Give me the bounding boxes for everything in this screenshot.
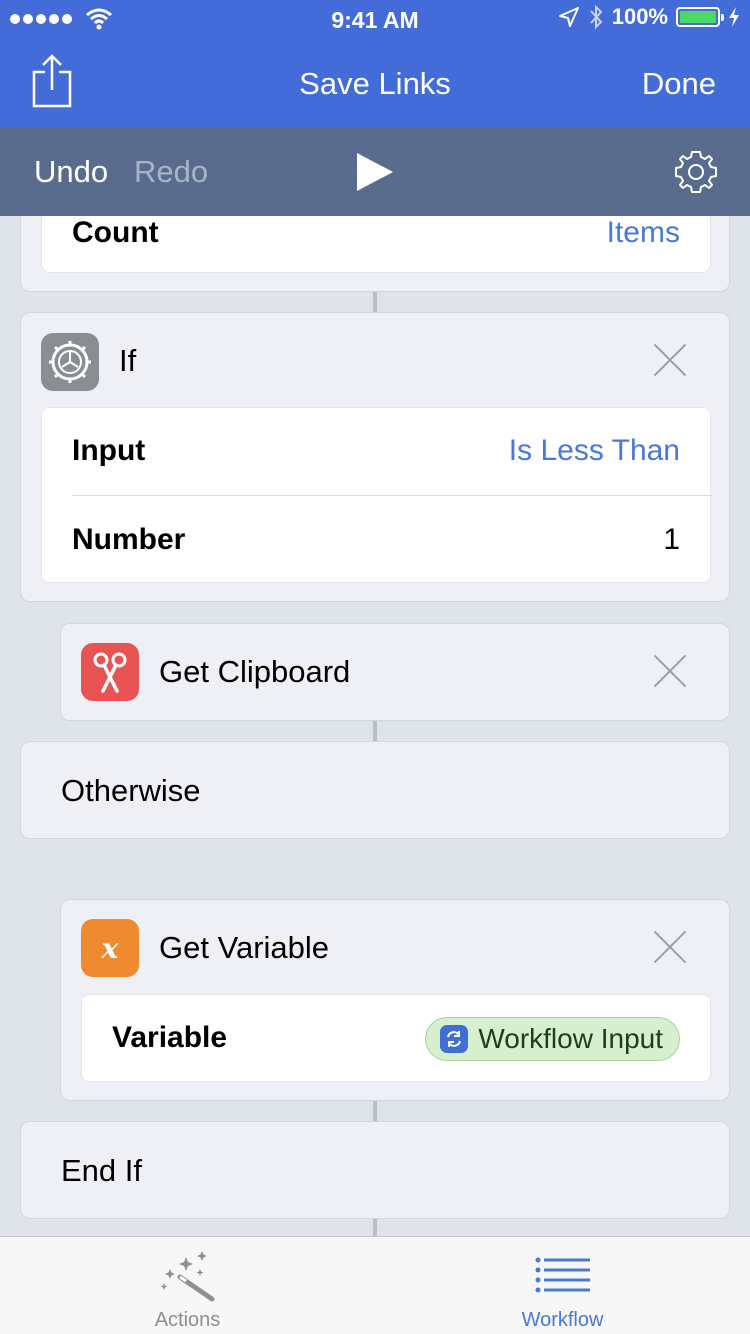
end-if-card[interactable]: End If (20, 1121, 730, 1219)
get-clipboard-action-card[interactable]: Get Clipboard (60, 623, 730, 721)
scissors-icon (81, 643, 139, 701)
connector-line (373, 720, 377, 742)
workflow-editor[interactable]: Count Items If Input Is Less Than Number… (0, 216, 750, 1236)
if-gear-icon (41, 333, 99, 391)
tab-workflow-label: Workflow (521, 1309, 604, 1331)
status-right: 100% (558, 4, 740, 30)
number-label: Number (72, 523, 186, 556)
otherwise-card[interactable]: Otherwise (20, 741, 730, 839)
count-items-value[interactable]: Items (607, 216, 680, 250)
end-if-title: End If (61, 1153, 142, 1188)
row-divider (72, 495, 712, 496)
remove-variable-close-icon[interactable] (653, 930, 687, 964)
get-variable-title: Get Variable (159, 930, 330, 965)
workflow-title: Save Links (299, 66, 451, 101)
tab-actions[interactable]: Actions (0, 1237, 375, 1334)
location-icon (558, 7, 579, 27)
remove-clipboard-close-icon[interactable] (653, 654, 687, 688)
undo-button[interactable]: Undo (34, 154, 108, 190)
bluetooth-icon (589, 4, 603, 30)
battery-icon (676, 7, 724, 27)
variable-x-icon: x (81, 919, 139, 977)
connector-line (373, 1218, 377, 1236)
magic-wand-icon (160, 1251, 215, 1302)
status-bar: 9:41 AM 100% (0, 0, 750, 40)
if-action-card[interactable]: If Input Is Less Than Number 1 (20, 312, 730, 602)
condition-value[interactable]: Is Less Than (509, 434, 680, 468)
number-value[interactable]: 1 (663, 523, 680, 557)
redo-button[interactable]: Redo (134, 154, 208, 190)
svg-text:x: x (101, 932, 119, 965)
charging-bolt-icon (729, 7, 739, 27)
settings-gear-icon[interactable] (672, 148, 720, 196)
battery-percentage: 100% (611, 4, 668, 29)
tab-bar: Actions Workflow (0, 1236, 750, 1334)
if-parameters: Input Is Less Than Number 1 (41, 407, 712, 583)
get-clipboard-title: Get Clipboard (159, 654, 351, 689)
variable-label: Variable (112, 1021, 228, 1054)
input-label: Input (72, 434, 146, 467)
count-parameter-row[interactable]: Count Items (41, 216, 711, 273)
otherwise-title: Otherwise (61, 773, 201, 808)
variable-parameter-row[interactable]: Variable Workflow Input (81, 994, 711, 1082)
connector-line (373, 292, 377, 314)
play-icon[interactable] (355, 152, 395, 192)
workflow-input-text: Workflow Input (478, 1023, 663, 1054)
connector-line (373, 1100, 377, 1122)
workflow-input-icon (440, 1025, 469, 1053)
get-variable-action-card[interactable]: x Get Variable Variable Workflow Input (60, 899, 730, 1101)
editor-toolbar: Undo Redo (0, 128, 750, 216)
done-button[interactable]: Done (642, 66, 716, 102)
remove-if-close-icon[interactable] (653, 343, 687, 377)
workflow-input-pill[interactable]: Workflow Input (425, 1017, 680, 1061)
count-action-card[interactable]: Count Items (20, 216, 730, 292)
list-icon (535, 1257, 590, 1293)
if-title: If (119, 343, 137, 378)
tab-workflow[interactable]: Workflow (375, 1237, 750, 1334)
navigation-bar: 9:41 AM 100% Save Links Done (0, 0, 750, 128)
count-label: Count (72, 216, 159, 249)
tab-actions-label: Actions (154, 1309, 221, 1331)
